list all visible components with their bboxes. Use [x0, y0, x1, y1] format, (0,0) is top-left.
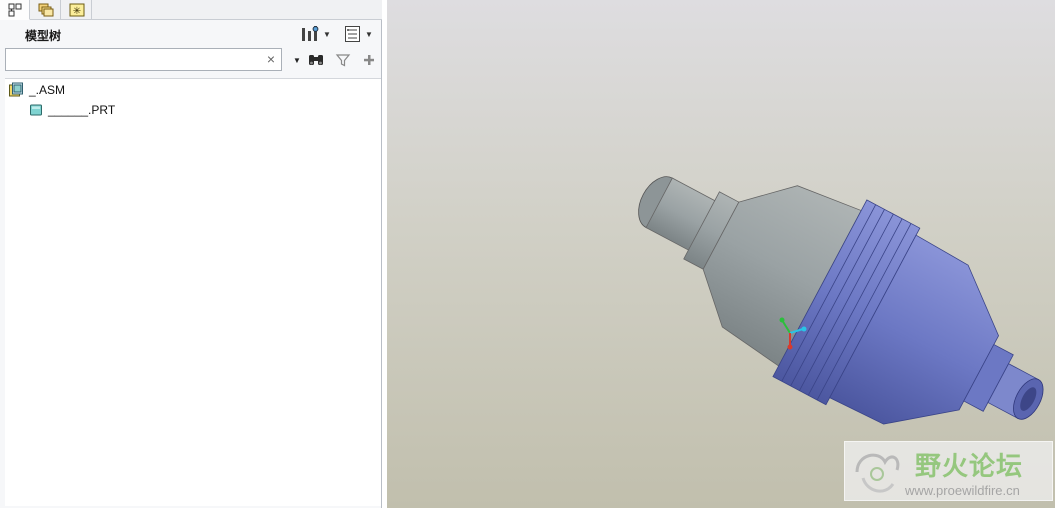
clear-icon[interactable]: × [267, 51, 275, 68]
tree-settings-icon [302, 26, 319, 41]
tab-model-tree[interactable] [0, 0, 30, 20]
filter-button[interactable] [334, 51, 352, 69]
forum-logo-icon [855, 453, 900, 493]
y-axis-marker [801, 326, 807, 332]
water-meter-model [638, 176, 1044, 425]
tree-columns-icon [345, 26, 360, 42]
tab-favorites[interactable]: ✳ [62, 0, 92, 20]
watermark-title: 野火论坛 [915, 452, 1024, 482]
x-axis-marker [779, 317, 785, 323]
part-icon [30, 104, 42, 116]
model-render [638, 176, 1044, 425]
model-tree-header: 模型树 ▼ ▼ [0, 20, 382, 48]
panel-tab-bar: ✳ [0, 0, 382, 20]
tree-node-part[interactable]: ______.PRT [29, 101, 115, 119]
model-tree-panel: ✳ 模型树 ▼ ▼ × ▼ _.ASM ______.PRT [0, 0, 382, 508]
assembly-icon [9, 82, 23, 97]
find-button[interactable] [307, 51, 325, 69]
tree-search-row: × ▼ [0, 47, 382, 75]
filter-icon [335, 54, 351, 67]
add-icon [364, 55, 374, 65]
tree-columns-button[interactable]: ▼ [344, 24, 373, 44]
tree-node-label: ______.PRT [48, 103, 116, 117]
layers-tab-icon [38, 3, 53, 17]
svg-text:✳: ✳ [72, 6, 80, 17]
graphics-viewport[interactable]: 野火论坛 www.proewildfire.cn [387, 0, 1055, 508]
add-column-button[interactable] [360, 51, 378, 69]
watermark-url: www.proewildfire.cn [905, 483, 1020, 498]
chevron-down-icon: ▼ [365, 29, 373, 39]
search-history-dropdown[interactable]: ▼ [288, 51, 306, 69]
model-tree-title: 模型树 [25, 29, 62, 43]
chevron-down-icon: ▼ [323, 29, 331, 39]
tree-settings-button[interactable]: ▼ [300, 24, 331, 44]
binoculars-icon [309, 55, 323, 65]
forum-watermark: 野火论坛 www.proewildfire.cn [844, 441, 1053, 501]
tree-search-box: × [5, 48, 282, 71]
tree-search-input[interactable] [9, 51, 259, 68]
model-tree-tab-icon [8, 3, 21, 16]
z-axis-marker [787, 344, 793, 350]
tab-layers[interactable] [31, 0, 61, 20]
favorites-tab-icon: ✳ [69, 3, 84, 17]
tree-node-label: _.ASM [29, 83, 66, 97]
tree-node-assembly[interactable]: _.ASM [8, 81, 65, 99]
model-tree-list: _.ASM ______.PRT [5, 78, 381, 506]
